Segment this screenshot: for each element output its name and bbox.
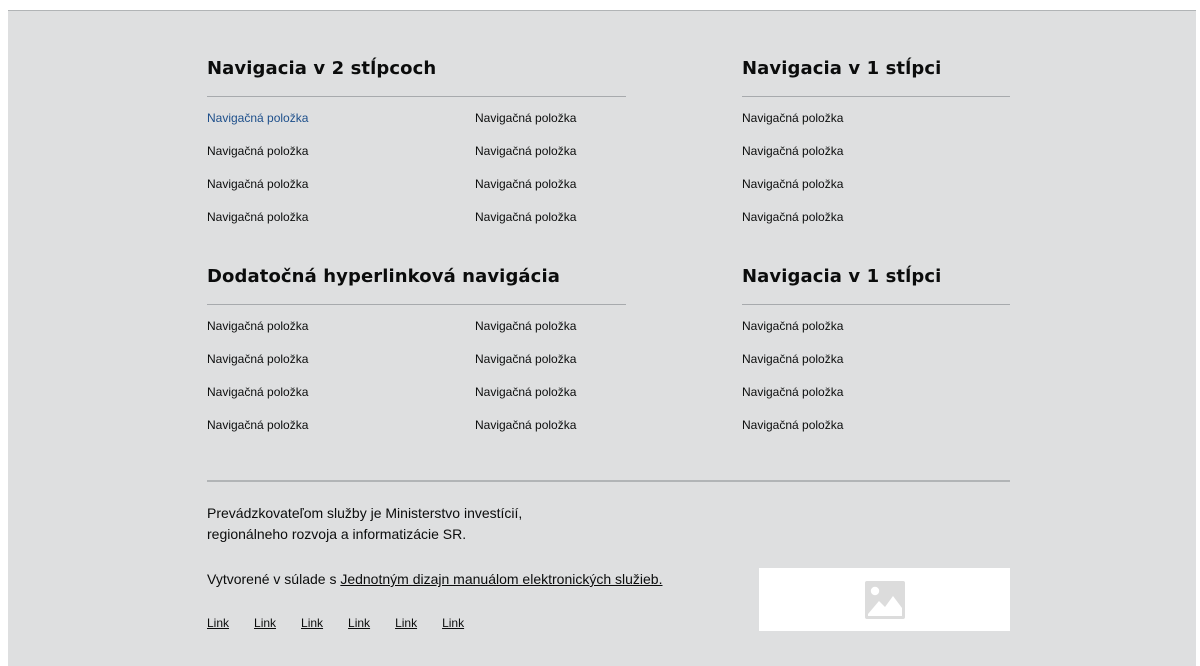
section-title: Navigacia v 1 stĺpci [742,58,942,79]
nav-link-list: Navigačná položka Navigačná položka Navi… [207,110,626,242]
nav-link[interactable]: Navigačná položka [742,176,1010,209]
nav-section-one-column-second: Navigacia v 1 stĺpci Navigačná položka N… [742,264,1010,450]
nav-link[interactable]: Navigačná položka [207,110,475,143]
nav-link[interactable]: Navigačná položka [207,176,475,209]
nav-link-list: Navigačná položka Navigačná položka Navi… [742,318,1010,450]
meta-link[interactable]: Link [301,615,323,631]
section-title: Navigacia v 1 stĺpci [742,266,942,287]
section-title: Navigacia v 2 stĺpcoch [207,58,437,79]
design-manual-note: Vytvorené v súlade s Jednotným dizajn ma… [207,569,663,589]
nav-link[interactable]: Navigačná položka [742,318,1010,351]
nav-link[interactable]: Navigačná položka [475,351,743,384]
meta-link[interactable]: Link [442,615,464,631]
meta-link[interactable]: Link [395,615,417,631]
nav-link[interactable]: Navigačná položka [475,110,743,143]
image-placeholder-icon [864,580,905,619]
nav-link[interactable]: Navigačná položka [207,209,475,242]
design-manual-prefix: Vytvorené v súlade s [207,571,341,587]
operator-line-1: Prevádzkovateľom služby je Ministerstvo … [207,505,523,521]
section-divider [207,304,626,305]
nav-link[interactable]: Navigačná položka [742,143,1010,176]
nav-section-one-column: Navigacia v 1 stĺpci Navigačná položka N… [742,56,1010,242]
nav-link[interactable]: Navigačná položka [207,417,475,450]
nav-link[interactable]: Navigačná položka [475,384,743,417]
meta-divider [207,480,1010,482]
meta-link[interactable]: Link [254,615,276,631]
nav-section-additional-links: Dodatočná hyperlinková navigácia Navigač… [207,264,626,450]
nav-link[interactable]: Navigačná položka [742,351,1010,384]
meta-link[interactable]: Link [348,615,370,631]
operator-text: Prevádzkovateľom služby je Ministerstvo … [207,503,727,545]
nav-link[interactable]: Navigačná položka [742,110,1010,143]
nav-section-two-columns: Navigacia v 2 stĺpcoch Navigačná položka… [207,56,626,242]
section-title: Dodatočná hyperlinková navigácia [207,266,560,287]
section-divider [742,96,1010,97]
nav-link[interactable]: Navigačná položka [475,143,743,176]
nav-link[interactable]: Navigačná položka [742,384,1010,417]
nav-link[interactable]: Navigačná položka [742,209,1010,242]
logo-placeholder [759,568,1010,631]
meta-link[interactable]: Link [207,615,229,631]
nav-link[interactable]: Navigačná položka [207,143,475,176]
section-divider [742,304,1010,305]
nav-link[interactable]: Navigačná položka [475,417,743,450]
design-manual-link[interactable]: Jednotným dizajn manuálom elektronických… [340,571,662,587]
nav-link[interactable]: Navigačná položka [207,318,475,351]
nav-link[interactable]: Navigačná položka [475,318,743,351]
nav-link[interactable]: Navigačná položka [475,176,743,209]
operator-line-2: regionálneho rozvoja a informatizácie SR… [207,526,467,542]
nav-link-list: Navigačná položka Navigačná položka Navi… [742,110,1010,242]
nav-link[interactable]: Navigačná položka [742,417,1010,450]
nav-link[interactable]: Navigačná položka [207,351,475,384]
meta-links: Link Link Link Link Link Link [207,615,489,631]
page-footer: Navigacia v 2 stĺpcoch Navigačná položka… [8,10,1196,666]
nav-link-list: Navigačná položka Navigačná položka Navi… [207,318,626,450]
section-divider [207,96,626,97]
nav-link[interactable]: Navigačná položka [475,209,743,242]
nav-link[interactable]: Navigačná položka [207,384,475,417]
